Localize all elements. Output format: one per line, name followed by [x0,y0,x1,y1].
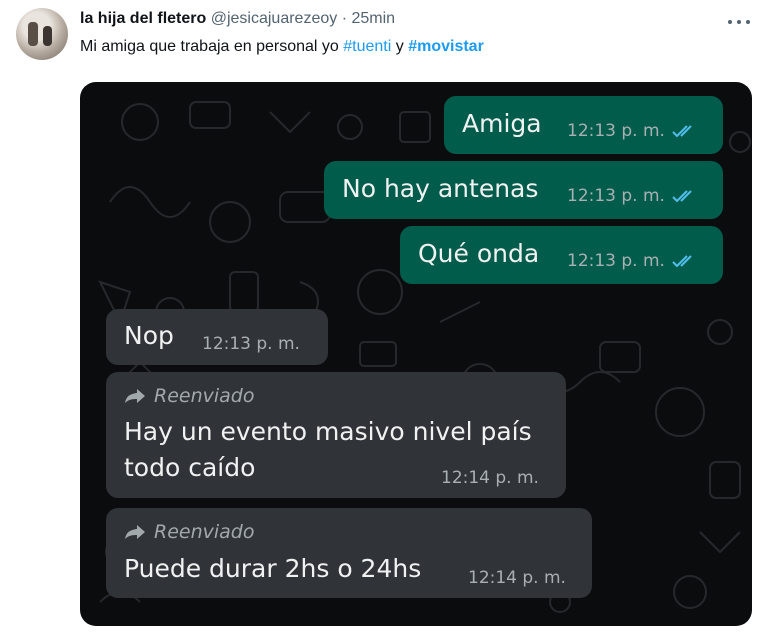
message-meta: 12:13 p. m. [567,186,699,206]
chat-screenshot[interactable]: Amiga 12:13 p. m. No hay antenas 12:13 p… [80,82,752,626]
tweet-text-prefix: Mi amiga que trabaja en personal yo [80,38,344,55]
separator-dot: · [341,10,348,27]
message-time: 12:14 p. m. [441,468,539,488]
message-time: 12:13 p. m. [567,121,665,141]
display-name[interactable]: la hija del fletero [80,10,206,27]
double-check-icon [672,125,692,138]
forwarded-text: Reenviado [154,385,255,407]
hashtag-movistar[interactable]: #movistar [408,38,484,55]
outgoing-message[interactable]: Qué onda 12:13 p. m. [400,226,723,284]
message-text: Amiga [462,109,542,138]
forwarded-text: Reenviado [154,521,255,543]
hashtag-tuenti[interactable]: #tuenti [343,38,391,55]
message-text: No hay antenas [342,174,539,203]
message-text: Puede durar 2hs o 24hs [124,554,422,583]
tweet-text: Mi amiga que trabaja en personal yo #tue… [80,38,484,56]
double-check-icon [672,255,692,268]
forwarded-label: Reenviado [124,521,254,543]
tweet-timestamp[interactable]: 25min [351,10,395,27]
outgoing-message[interactable]: No hay antenas 12:13 p. m. [324,161,723,219]
more-icon[interactable] [728,12,750,32]
outgoing-message[interactable]: Amiga 12:13 p. m. [444,96,723,154]
message-time: 12:13 p. m. [202,334,300,354]
incoming-forwarded-message[interactable]: Reenviado Hay un evento masivo nivel paí… [106,372,566,498]
message-meta: 12:13 p. m. [567,251,699,271]
message-meta: 12:13 p. m. [567,121,699,141]
avatar[interactable] [16,8,68,60]
forwarded-label: Reenviado [124,385,254,407]
message-time: 12:13 p. m. [567,186,665,206]
message-text-line2: todo caído [124,453,256,482]
message-text: Nop [124,321,174,350]
forward-arrow-icon [125,389,145,403]
double-check-icon [672,190,692,203]
message-text-line1: Hay un evento masivo nivel país [124,417,532,446]
incoming-forwarded-message[interactable]: Reenviado Puede durar 2hs o 24hs 12:14 p… [106,508,592,598]
message-time: 12:14 p. m. [468,568,566,588]
user-handle[interactable]: @jesicajuarezeoy [211,10,338,27]
tweet-text-mid: y [391,38,409,55]
message-text: Qué onda [418,239,540,268]
incoming-message[interactable]: Nop 12:13 p. m. [106,309,328,365]
tweet-header: la hija del fletero @jesicajuarezeoy · 2… [80,10,395,28]
forward-arrow-icon [125,525,145,539]
message-time: 12:13 p. m. [567,251,665,271]
